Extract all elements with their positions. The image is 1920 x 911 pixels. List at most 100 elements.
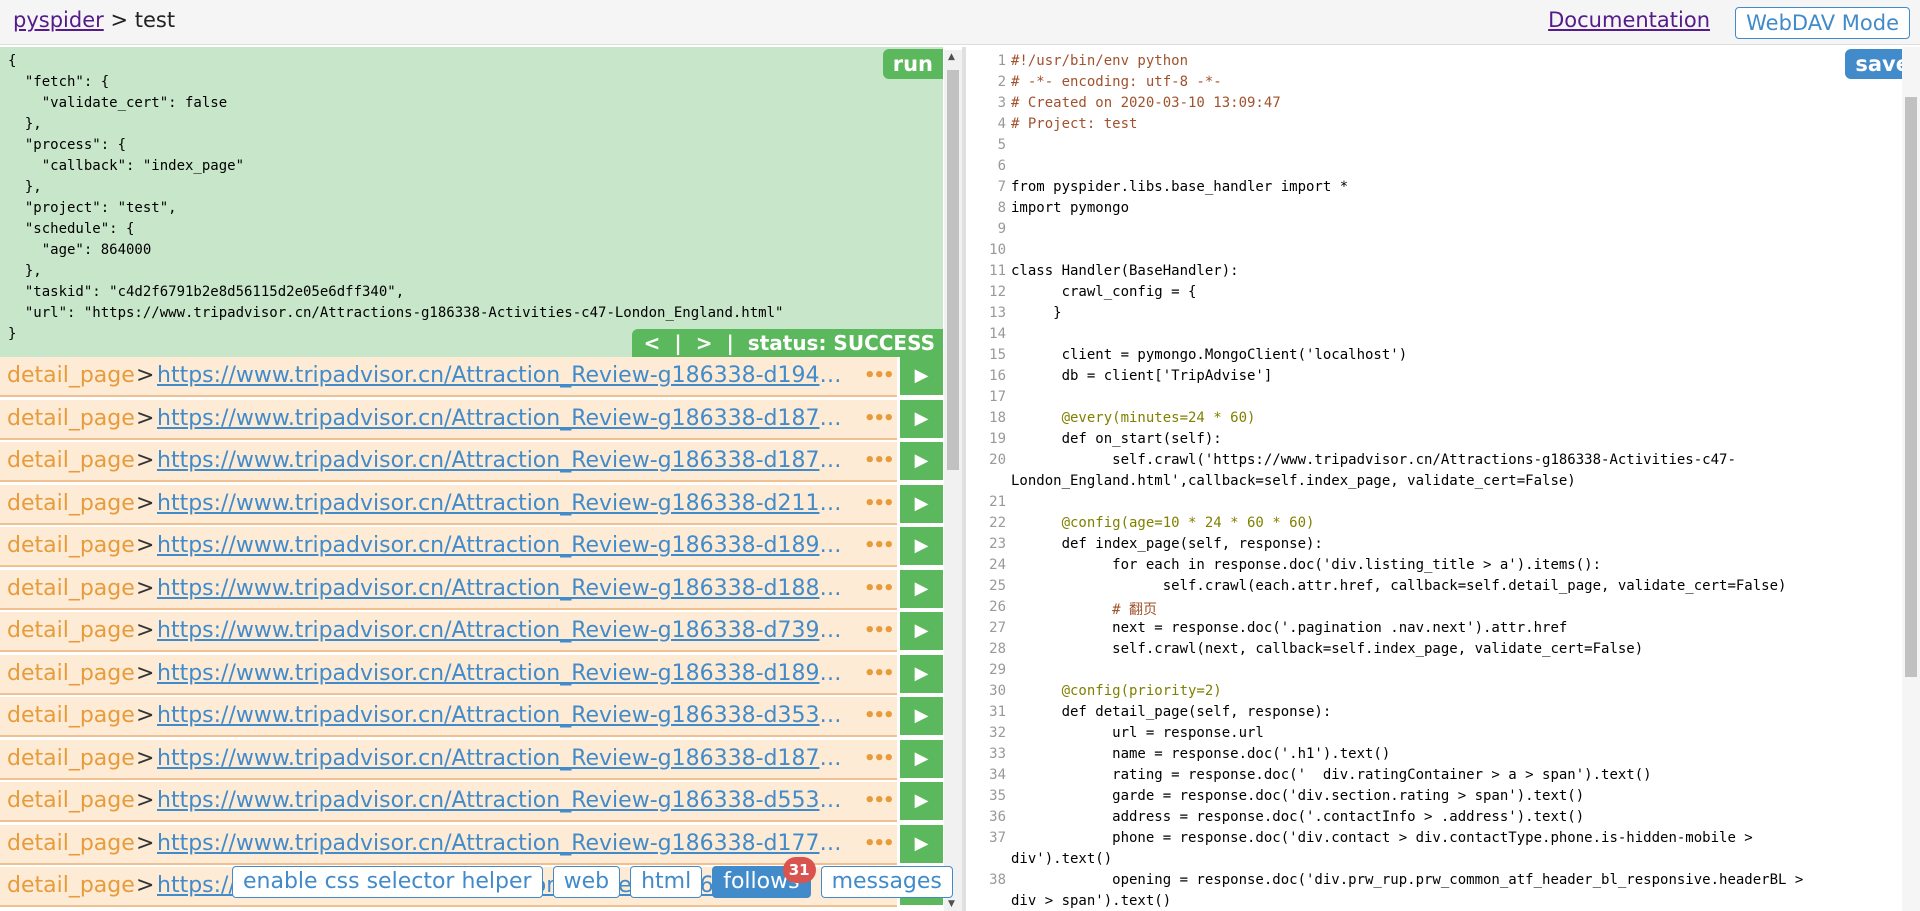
- code-editor[interactable]: save 1 #!/usr/bin/env python 2 # -*- encodi…: [966, 47, 1920, 911]
- editor-scrollbar-thumb[interactable]: [1905, 97, 1917, 677]
- follow-url-link[interactable]: https://www.tripadvisor.cn/Attraction_Re…: [157, 442, 847, 480]
- left-scrollbar[interactable]: ▲ ▼: [944, 50, 962, 911]
- more-options-icon[interactable]: •••: [864, 485, 894, 523]
- project-name: test: [134, 8, 176, 32]
- code-line: name = response.doc('.h1').text(): [1011, 746, 1391, 762]
- line-number: 29: [989, 662, 1006, 678]
- follow-callback: detail_page: [7, 830, 135, 856]
- task-json-line: "age": 864000: [8, 242, 152, 258]
- task-json-line: "schedule": {: [8, 221, 135, 237]
- more-options-icon[interactable]: •••: [864, 442, 894, 480]
- play-icon[interactable]: ▶: [900, 484, 943, 523]
- next-task-button[interactable]: >: [696, 329, 713, 357]
- play-icon[interactable]: ▶: [900, 527, 943, 565]
- follow-row: detail_page>https://www.tripadvisor.cn/A…: [0, 824, 943, 865]
- follows-list: detail_page > https://www.tripadvisor.cn/A…: [0, 357, 943, 911]
- task-json-line: },: [8, 116, 42, 132]
- follow-url-link[interactable]: https://www.tripadvisor.cn/Attraction_Re…: [157, 570, 847, 608]
- follow-url-link[interactable]: https://www.tripadvisor.cn/Attraction_Re…: [157, 612, 847, 650]
- follow-callback: detail_page: [7, 533, 135, 558]
- code-line: # -*- encoding: utf-8 -*-: [1011, 74, 1222, 90]
- more-options-icon[interactable]: •••: [864, 655, 894, 693]
- prev-task-button[interactable]: <: [644, 329, 661, 357]
- code-line: #!/usr/bin/env python: [1011, 53, 1189, 69]
- tab-messages[interactable]: messages: [820, 866, 953, 898]
- follow-url-link[interactable]: https://www.tripadvisor.cn/Attraction_Re…: [157, 825, 847, 863]
- play-icon[interactable]: ▶: [900, 739, 943, 778]
- line-number: 21: [989, 494, 1006, 510]
- play-icon[interactable]: ▶: [900, 399, 943, 438]
- play-icon[interactable]: ▶: [900, 357, 943, 395]
- play-icon[interactable]: ▶: [900, 569, 943, 608]
- follow-callback: detail_page: [7, 363, 135, 388]
- follow-separator: >: [136, 788, 155, 813]
- more-options-icon[interactable]: •••: [864, 825, 894, 863]
- follow-row: detail_page>https://www.tripadvisor.cn/A…: [0, 484, 943, 525]
- play-icon[interactable]: ▶: [900, 824, 943, 863]
- follow-url-link[interactable]: https://www.tripadvisor.cn/Attraction_Re…: [157, 400, 847, 438]
- line-number: 14: [989, 326, 1006, 342]
- line-number: 34: [989, 767, 1006, 783]
- tab-follows[interactable]: follows 31: [712, 857, 816, 898]
- pyspider-home-link[interactable]: pyspider: [13, 8, 104, 32]
- follow-url-link[interactable]: https://www.tripadvisor.cn/Attraction_Re…: [157, 357, 847, 395]
- scroll-down-arrow-icon[interactable]: ▼: [948, 899, 955, 909]
- follow-url-link[interactable]: https://www.tripadvisor.cn/Attraction_Re…: [157, 697, 847, 735]
- breadcrumb: pyspider > test: [13, 8, 175, 32]
- follows-count-badge: 31: [782, 857, 816, 883]
- more-options-icon[interactable]: •••: [864, 740, 894, 778]
- code-line: self.crawl('https://www.tripadvisor.cn/A…: [1011, 452, 1736, 468]
- play-icon[interactable]: ▶: [900, 782, 943, 820]
- css-selector-helper-button[interactable]: enable css selector helper: [232, 866, 543, 898]
- follow-url-link[interactable]: https://www.tripadvisor.cn/Attraction_Re…: [157, 740, 847, 778]
- code-line: garde = response.doc('div.section.rating…: [1011, 788, 1585, 804]
- code-line: @every(minutes=24 * 60): [1011, 410, 1256, 426]
- more-options-icon[interactable]: •••: [864, 527, 894, 565]
- task-json-pane[interactable]: run < | > | status: SUCCESS { "fetch": {…: [0, 47, 943, 357]
- tab-web[interactable]: web: [552, 866, 621, 898]
- follow-callback: detail_page: [7, 873, 135, 898]
- code-line: @config(priority=2): [1011, 683, 1222, 699]
- more-options-icon[interactable]: •••: [864, 697, 894, 735]
- editor-scrollbar[interactable]: [1902, 47, 1920, 911]
- follow-separator: >: [136, 873, 155, 898]
- code-line: def detail_page(self, response):: [1011, 704, 1332, 720]
- follow-callback: detail_page: [7, 618, 135, 643]
- play-icon[interactable]: ▶: [900, 654, 943, 693]
- more-options-icon[interactable]: •••: [864, 400, 894, 438]
- follow-callback: detail_page: [7, 405, 135, 431]
- follow-url-link[interactable]: https://www.tripadvisor.cn/Attraction_Re…: [157, 527, 847, 565]
- follow-url-link[interactable]: https://www.tripadvisor.cn/Attraction_Re…: [157, 655, 847, 693]
- line-number: 16: [989, 368, 1006, 384]
- nav-separator: |: [726, 331, 734, 355]
- line-number: 33: [989, 746, 1006, 762]
- follow-callback: detail_page: [7, 703, 135, 728]
- more-options-icon[interactable]: •••: [864, 570, 894, 608]
- webdav-mode-button[interactable]: WebDAV Mode: [1735, 7, 1910, 39]
- line-number: 1: [997, 53, 1006, 69]
- code-line: import pymongo: [1011, 200, 1130, 216]
- follow-url-link[interactable]: https://www.tripadvisor.cn/Attraction_Re…: [157, 782, 847, 820]
- code-line: client = pymongo.MongoClient('localhost'…: [1011, 347, 1408, 363]
- line-number: 13: [989, 305, 1006, 321]
- follow-separator: >: [136, 830, 155, 856]
- task-json-line: "callback": "index_page": [8, 158, 245, 174]
- play-icon[interactable]: ▶: [900, 697, 943, 735]
- play-icon[interactable]: ▶: [900, 612, 943, 650]
- follow-url-link[interactable]: https://www.tripadvisor.cn/Attraction_Re…: [157, 485, 847, 523]
- tab-html[interactable]: html: [630, 866, 703, 898]
- run-button[interactable]: run: [882, 49, 943, 79]
- line-number: 8: [997, 200, 1006, 216]
- more-options-icon[interactable]: •••: [864, 612, 894, 650]
- task-json-line: "taskid": "c4d2f6791b2e8d56115d2e05e6dff…: [8, 284, 405, 300]
- play-icon[interactable]: ▶: [900, 442, 943, 480]
- more-options-icon[interactable]: •••: [864, 357, 894, 395]
- line-number: 7: [997, 179, 1006, 195]
- follow-row: detail_page>https://www.tripadvisor.cn/A…: [0, 527, 943, 567]
- more-options-icon[interactable]: •••: [864, 782, 894, 820]
- scroll-up-arrow-icon[interactable]: ▲: [948, 52, 955, 62]
- scrollbar-thumb[interactable]: [947, 70, 959, 470]
- documentation-link[interactable]: Documentation: [1548, 8, 1710, 32]
- follow-separator: >: [136, 575, 155, 601]
- line-number: 17: [989, 389, 1006, 405]
